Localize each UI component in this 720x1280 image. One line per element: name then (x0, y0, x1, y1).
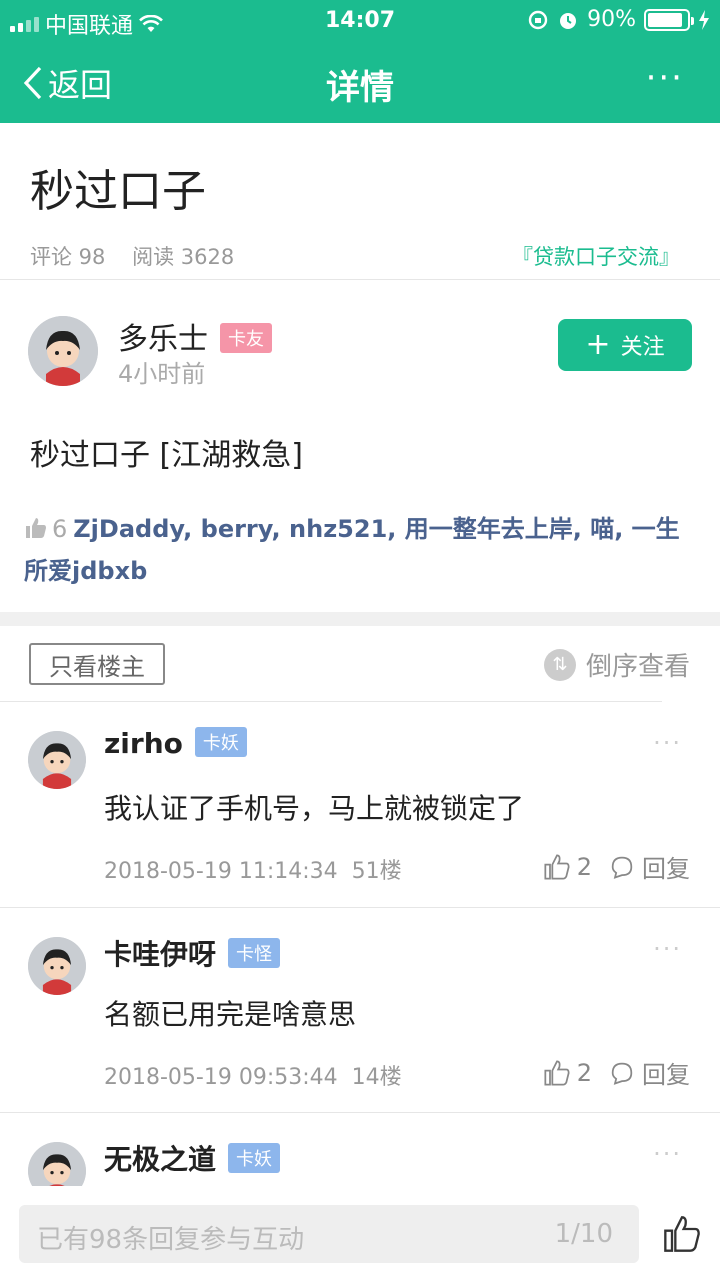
like-count: 6 (52, 515, 68, 543)
reverse-order-button[interactable]: ⇅ 倒序查看 (543, 646, 690, 683)
plus-icon: + (585, 327, 611, 362)
post-content: 秒过口子 [江湖救急] (30, 438, 303, 473)
comment-text: 名额已用完是啥意思 (104, 998, 357, 1031)
page-title: 详情 (326, 68, 394, 108)
thumb-up-icon (544, 853, 570, 880)
comment-author-row: 卡哇伊呀 卡怪 (104, 933, 281, 973)
comment-author-row: zirho 卡妖 (104, 727, 247, 760)
post-meta: 评论 98 阅读 3628 『贷款口子交流』 (30, 241, 690, 271)
comment-meta: 2018-05-19 09:53:44 14楼 (104, 1059, 402, 1091)
rotation-lock-icon (528, 10, 548, 29)
comment-actions: 2 回复 (543, 1055, 690, 1090)
follow-button[interactable]: + 关注 (558, 319, 692, 371)
avatar-face-icon (28, 1142, 86, 1186)
avatar[interactable] (28, 316, 98, 386)
comment-floor: 51楼 (351, 859, 402, 884)
nav-bar: 返回 详情 ··· (0, 40, 720, 123)
top-bar: 中国联通 14:07 90% 返回 详情 ··· (0, 0, 720, 123)
more-icon[interactable]: ··· (653, 935, 682, 963)
comment-date: 2018-05-19 11:14:34 (104, 859, 338, 884)
comment-author[interactable]: 无极之道 (104, 1143, 216, 1176)
section-gap (0, 612, 720, 626)
comment-author[interactable]: zirho (104, 727, 183, 760)
comment-like-button[interactable]: 2 (543, 1059, 592, 1087)
comment-author[interactable]: 卡哇伊呀 (104, 938, 216, 971)
comment-badge: 卡怪 (228, 938, 281, 968)
comment-meta: 2018-05-19 11:14:34 51楼 (104, 853, 402, 885)
divider (0, 279, 720, 280)
avatar[interactable] (28, 937, 86, 995)
more-icon[interactable]: ··· (646, 58, 684, 98)
page-indicator[interactable]: 1/10 (555, 1219, 613, 1249)
charging-icon (699, 9, 709, 30)
follow-label: 关注 (620, 335, 665, 360)
filter-bar: 只看楼主 ⇅ 倒序查看 (0, 626, 720, 702)
sort-icon: ⇅ (543, 648, 576, 681)
comment-reply-label: 回复 (642, 855, 690, 883)
read-count: 阅读 3628 (132, 245, 235, 269)
reply-placeholder: 已有98条回复参与互动 (37, 1225, 305, 1255)
avatar-face-icon (28, 731, 86, 789)
comment-text: 我认证了手机号，马上就被锁定了 (104, 792, 525, 825)
comment-like-count: 2 (576, 1058, 592, 1087)
comment-item: zirho 卡妖 ··· 我认证了手机号，马上就被锁定了 2018-05-19 1… (0, 701, 720, 907)
topic-link[interactable]: 『贷款口子交流』 (512, 241, 680, 271)
post-header: 秒过口子 评论 98 阅读 3628 『贷款口子交流』 (30, 155, 690, 271)
author-name-row: 多乐士 卡友 (118, 314, 272, 358)
comment-like-count: 2 (576, 852, 592, 881)
comment-actions: 2 回复 (543, 849, 690, 884)
battery-percent: 90% (587, 7, 636, 32)
comment-item: 无极之道 卡妖 ··· (0, 1112, 720, 1186)
alarm-icon (560, 12, 577, 29)
author-name[interactable]: 多乐士 (118, 322, 208, 357)
comment-badge: 卡妖 (194, 727, 247, 757)
avatar-face-icon (28, 937, 86, 995)
thumb-up-icon[interactable] (24, 516, 48, 540)
comment-reply-label: 回复 (642, 1061, 690, 1089)
speech-bubble-icon (611, 1062, 633, 1085)
avatar-face-icon (28, 316, 98, 386)
comment-badge: 卡妖 (228, 1143, 281, 1173)
author-row: 多乐士 卡友 4小时前 + 关注 (28, 312, 692, 392)
comment-reply-button[interactable]: 回复 (608, 1055, 690, 1090)
post-time: 4小时前 (118, 360, 206, 388)
reply-input[interactable]: 已有98条回复参与互动 1/10 (19, 1205, 639, 1263)
liker-names[interactable]: ZjDaddy, berry, nhz521, 用一整年去上岸, 喵, 一生所爱… (24, 515, 680, 585)
battery-icon (644, 8, 694, 31)
comment-floor: 14楼 (351, 1065, 402, 1090)
comment-like-button[interactable]: 2 (543, 853, 592, 881)
comment-author-row: 无极之道 卡妖 (104, 1138, 281, 1178)
thumb-up-icon[interactable] (662, 1214, 702, 1254)
comment-reply-button[interactable]: 回复 (608, 849, 690, 884)
post-title: 秒过口子 (30, 166, 206, 217)
comment-date: 2018-05-19 09:53:44 (104, 1065, 338, 1090)
speech-bubble-icon (611, 856, 633, 879)
likes-row: 6 ZjDaddy, berry, nhz521, 用一整年去上岸, 喵, 一生所… (24, 508, 694, 592)
avatar[interactable] (28, 1142, 86, 1186)
reverse-order-label: 倒序查看 (585, 652, 690, 682)
author-badge: 卡友 (220, 322, 272, 353)
thumb-up-icon (544, 1059, 570, 1086)
more-icon[interactable]: ··· (653, 729, 682, 757)
only-owner-button[interactable]: 只看楼主 (29, 643, 165, 685)
more-icon[interactable]: ··· (653, 1140, 682, 1168)
comment-item: 卡哇伊呀 卡怪 ··· 名额已用完是啥意思 2018-05-19 09:53:44… (0, 907, 720, 1112)
comment-count: 评论 98 (30, 245, 106, 269)
bottom-bar: 已有98条回复参与互动 1/10 (0, 1186, 720, 1280)
avatar[interactable] (28, 731, 86, 789)
status-bar: 中国联通 14:07 90% (0, 0, 720, 40)
